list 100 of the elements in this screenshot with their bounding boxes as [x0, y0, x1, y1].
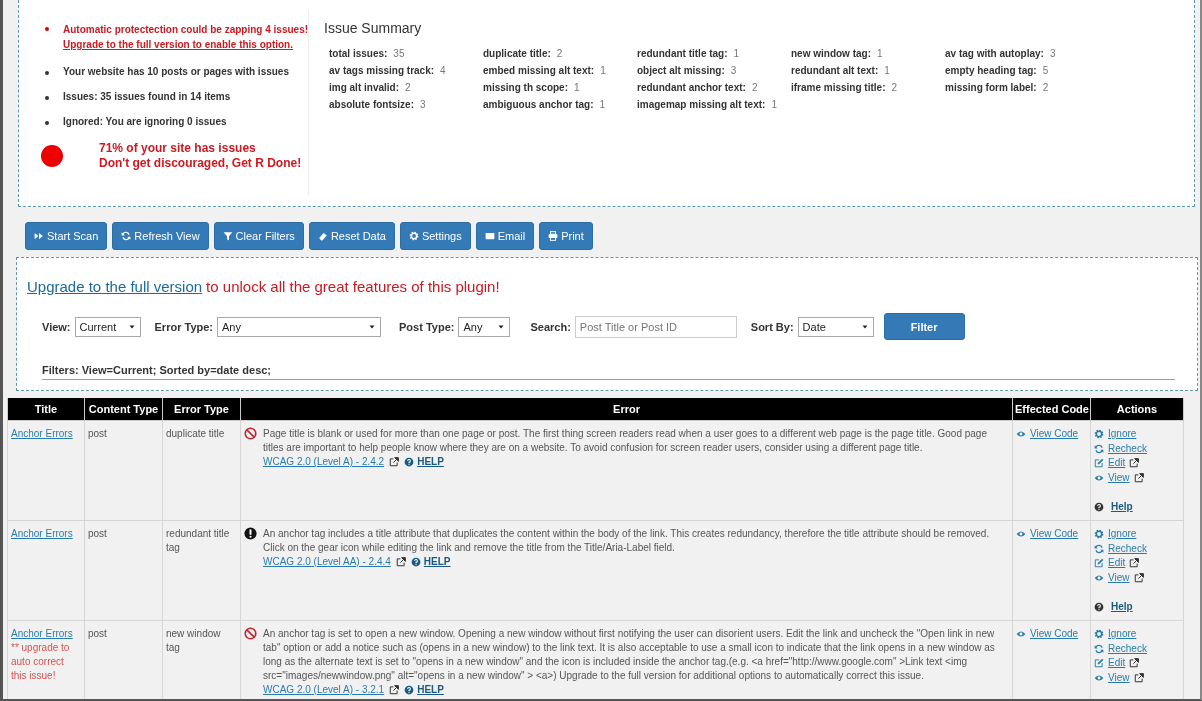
toolbar-button[interactable]: Print: [539, 222, 593, 250]
title-link[interactable]: Anchor Errors: [11, 626, 81, 641]
help-link[interactable]: HELP: [423, 554, 451, 569]
action-link[interactable]: Recheck: [1108, 641, 1147, 656]
printer-icon: [548, 231, 559, 241]
wcag-link[interactable]: WCAG 2.0 (Level AA) - 2.4.4: [263, 554, 391, 569]
issue-count: 3: [420, 99, 426, 110]
action-link[interactable]: Ignore: [1108, 427, 1137, 442]
action-link[interactable]: Edit: [1108, 556, 1126, 571]
issue-count: 1: [771, 99, 777, 110]
error-type: new window tag: [166, 627, 221, 653]
external-link-icon: [1129, 658, 1140, 669]
action-link[interactable]: Help: [1111, 499, 1133, 514]
refresh-icon: [1094, 643, 1104, 654]
fast-forward-icon: [34, 231, 44, 241]
toolbar-button[interactable]: Settings: [399, 222, 471, 250]
error-type: duplicate title: [166, 428, 225, 439]
help-icon: [404, 457, 415, 467]
issue-label: total issues:: [329, 48, 388, 59]
action-link[interactable]: Recheck: [1108, 441, 1147, 456]
action-link[interactable]: Help: [1111, 599, 1133, 614]
action-link[interactable]: View: [1108, 471, 1130, 486]
action-link[interactable]: Ignore: [1108, 527, 1137, 542]
wcag-link[interactable]: WCAG 2.0 (Level A) - 3.2.1: [263, 682, 385, 697]
settings-icon: [1094, 429, 1104, 440]
action-link[interactable]: View: [1108, 571, 1130, 586]
issue-label: iframe missing title:: [791, 82, 886, 93]
action-link[interactable]: View: [1108, 671, 1130, 685]
eye-icon: [1016, 429, 1026, 439]
error-description: Page title is blank or used for more than one page or post. The first thing screen readers read when a user goes to a different web page is the page title. Good page titles are important to help people know where they are on a website. To avoid confusion for screen reader users, consider using a different page title.: [263, 427, 988, 455]
issue-label: duplicate title:: [483, 48, 551, 59]
content-type: post: [88, 428, 107, 439]
issue-count: 1: [574, 82, 580, 93]
issue-count: 1: [733, 48, 740, 59]
upgrade-message: to unlock all the great features of this plugin!: [206, 278, 500, 295]
action-link[interactable]: Ignore: [1108, 627, 1137, 642]
view-code-link[interactable]: View Code: [1030, 427, 1079, 441]
help-link[interactable]: HELP: [417, 455, 444, 469]
external-link-icon: [1133, 473, 1144, 484]
action-link[interactable]: Edit: [1108, 656, 1126, 671]
toolbar-button[interactable]: Reset Data: [308, 222, 395, 250]
settings-icon: [1094, 629, 1104, 640]
help-icon: [1094, 501, 1104, 512]
wcag-link[interactable]: WCAG 2.0 (Level A) - 2.4.2: [263, 455, 385, 469]
title-link[interactable]: Anchor Errors: [11, 526, 81, 541]
sort-dropdown[interactable]: Date: [797, 316, 874, 337]
external-link-icon: [1129, 458, 1140, 469]
toolbar-button[interactable]: Email: [475, 222, 535, 250]
column-header: Effected Code: [1012, 398, 1091, 421]
status-message: 71% of your site has issues: [99, 141, 257, 156]
filter-dropdown[interactable]: Current: [74, 316, 141, 337]
title-link[interactable]: Anchor Errors: [11, 427, 81, 441]
view-code-link[interactable]: View Code: [1030, 626, 1079, 641]
toolbar-button[interactable]: Refresh View: [112, 222, 209, 250]
upgrade-link[interactable]: Upgrade to the full version: [27, 278, 203, 295]
upgrade-link[interactable]: Upgrade to the full version to enable this option.: [63, 37, 309, 52]
issue-count: 2: [751, 82, 758, 93]
external-link-icon: [1133, 573, 1144, 584]
content-type: post: [88, 527, 107, 539]
filter-dropdown[interactable]: Any: [458, 316, 511, 337]
toolbar-button[interactable]: Start Scan: [25, 222, 108, 250]
issue-label: av tags missing track:: [329, 65, 435, 76]
action-link[interactable]: Recheck: [1108, 541, 1147, 556]
filter-label: View:: [42, 320, 71, 333]
filter-label: Search:: [530, 320, 571, 333]
action-link[interactable]: Edit: [1108, 456, 1126, 471]
column-header: Title: [7, 398, 85, 421]
help-icon: [1094, 601, 1104, 612]
issue-count: 1: [884, 65, 890, 76]
edit-icon: [1094, 658, 1104, 669]
filter-button[interactable]: Filter: [883, 313, 965, 340]
error-description: An anchor tag is set to open a new window. Opening a new window without first notifying the user can disorient users. Edit the link and uncheck the "Open link in new tab" option or add a notice such as (opens in a new window) to the link text. It is also acceptable to use a small icon to indicate that the link opens in a new window as long as the alternate text is set to "opens in a new window" and the icon is included inside the anchor tag.(e.g. <a href="http://www.google.com" >Link text <img src="images/newwindow.png" alt="opens in a new window" > <a>) Upgrade to the full version for additional options to automatically correct this issue.: [263, 626, 996, 683]
issue-count: 4: [440, 65, 446, 76]
toolbar-button[interactable]: Clear Filters: [213, 222, 304, 250]
issue-label: redundant alt text:: [791, 65, 879, 76]
issue-label: imagemap missing alt text:: [637, 99, 766, 110]
issue-count: 3: [730, 65, 737, 76]
content-type: post: [88, 627, 107, 639]
blocked-icon: [244, 626, 257, 640]
error-description: An anchor tag includes a title attribute that duplicates the content within the body of the link. This creates redundancy, therefore the title attribute should be removed. Click on the gear icon while editing the link and remove the title from the Title/Aria-Label field.: [263, 526, 991, 555]
issue-label: new window tag:: [791, 48, 871, 59]
issue-label: empty heading tag:: [945, 65, 1037, 76]
issue-count: 3: [1049, 48, 1056, 59]
view-code-link[interactable]: View Code: [1030, 526, 1079, 541]
issue-count: 35: [393, 48, 405, 59]
search-field[interactable]: Post Title or Post ID: [574, 315, 737, 338]
issue-label: embed missing alt text:: [483, 65, 595, 76]
stat-text: Your website has 10 posts or pages with issues: [63, 66, 289, 77]
filter-icon: [222, 231, 233, 241]
eye-icon: [1094, 673, 1104, 683]
help-link[interactable]: HELP: [417, 682, 444, 697]
filter-dropdown[interactable]: Any: [217, 316, 381, 337]
envelope-icon: [484, 231, 495, 241]
status-dot-icon: [41, 145, 63, 167]
help-icon: [410, 556, 421, 567]
column-header: Error Type: [162, 398, 241, 421]
edit-icon: [1094, 558, 1104, 569]
filter-summary: Filters: View=Current; Sorted by=date desc;: [42, 364, 272, 376]
issue-count: 2: [405, 82, 411, 93]
issue-label: missing form label:: [945, 82, 1037, 93]
